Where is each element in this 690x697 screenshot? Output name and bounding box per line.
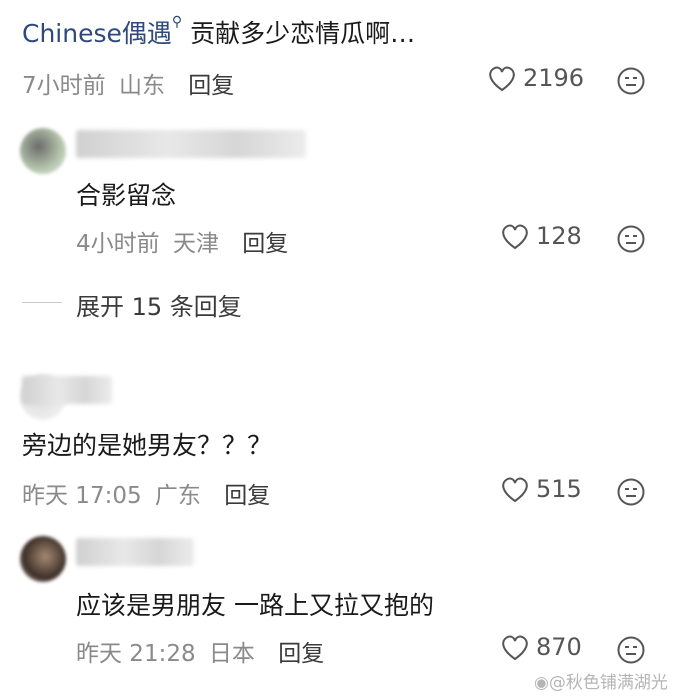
expand-divider — [22, 302, 62, 303]
dislike-face-icon[interactable] — [616, 477, 646, 507]
comment-meta: 昨天 17:05 广东 回复 — [22, 476, 270, 510]
dislike-face-icon[interactable] — [616, 66, 646, 96]
weibo-watermark: ◉@秋色铺满湖光 — [534, 668, 668, 693]
comment-time: 7小时前 — [22, 73, 106, 99]
like-button[interactable]: 2196 — [487, 64, 584, 92]
comment-text: 应该是男朋友 一路上又拉又抱的 — [76, 591, 434, 620]
reply-button[interactable]: 回复 — [278, 641, 324, 667]
like-count: 870 — [536, 633, 582, 661]
reply-button[interactable]: 回复 — [242, 231, 288, 257]
comment-meta: 4小时前 天津 回复 — [76, 224, 288, 258]
comment-text: 旁边的是她男友？？？ — [22, 431, 273, 460]
heart-icon — [502, 224, 528, 250]
expand-replies-button[interactable]: 展开 15 条回复 — [76, 287, 242, 322]
reply-button[interactable]: 回复 — [188, 73, 234, 99]
watermark-text: @秋色铺满湖光 — [548, 673, 668, 693]
search-icon: ⚲ — [171, 14, 183, 30]
reply-button[interactable]: 回复 — [224, 483, 270, 509]
comment-location: 山东 — [118, 73, 165, 99]
comment-location: 天津 — [172, 231, 219, 257]
dislike-face-icon[interactable] — [616, 635, 646, 665]
like-count: 2196 — [523, 64, 585, 92]
heart-icon — [489, 66, 515, 92]
comment-location: 广东 — [154, 483, 201, 509]
like-count: 515 — [536, 475, 582, 503]
like-button[interactable]: 128 — [500, 222, 582, 250]
comment-time: 昨天 21:28 — [76, 641, 196, 667]
avatar[interactable] — [20, 128, 66, 174]
username-blurred[interactable] — [76, 130, 306, 158]
mention-link[interactable]: Chinese偶遇 — [22, 19, 172, 48]
heart-icon — [502, 477, 528, 503]
comment-meta: 昨天 21:28 日本 回复 — [76, 634, 324, 668]
comment-location: 日本 — [208, 641, 255, 667]
dislike-face-icon[interactable] — [616, 224, 646, 254]
username-blurred[interactable] — [76, 538, 194, 566]
weibo-logo-icon: ◉ — [534, 673, 549, 693]
top-comment-text: Chinese偶遇⚲ 贡献多少恋情瓜啊… — [22, 14, 415, 50]
top-comment-meta: 7小时前 山东 回复 — [22, 66, 234, 100]
top-comment-body: 贡献多少恋情瓜啊… — [190, 19, 416, 48]
like-count: 128 — [536, 222, 582, 250]
avatar[interactable] — [20, 536, 66, 582]
username-blurred[interactable] — [22, 376, 112, 404]
heart-icon — [502, 635, 528, 661]
comment-time: 昨天 17:05 — [22, 483, 142, 509]
comment-text: 合影留念 — [76, 181, 177, 210]
comment-time: 4小时前 — [76, 231, 160, 257]
like-button[interactable]: 515 — [500, 475, 582, 503]
like-button[interactable]: 870 — [500, 633, 582, 661]
